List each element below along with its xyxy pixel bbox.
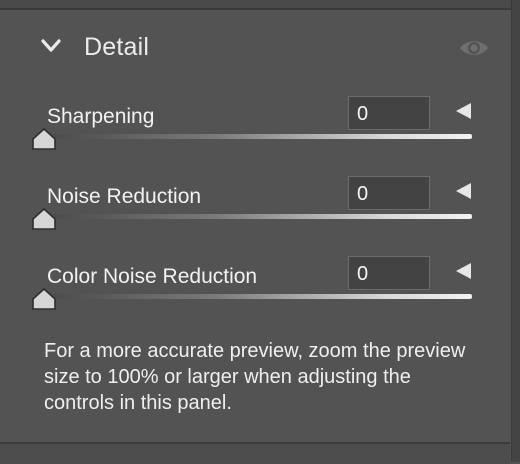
panel-header[interactable]: Detail bbox=[0, 10, 510, 84]
color-noise-reduction-value-field[interactable]: 0 bbox=[348, 256, 430, 290]
sharpening-row: Sharpening 0 bbox=[0, 96, 510, 184]
eye-icon[interactable] bbox=[458, 37, 490, 59]
noise-reduction-row: Noise Reduction 0 bbox=[0, 176, 510, 264]
top-divider bbox=[0, 0, 520, 10]
noise-reduction-label: Noise Reduction bbox=[47, 185, 202, 208]
detail-panel-window: { "panel": { "title": "Detail", "collaps… bbox=[0, 0, 520, 464]
noise-reduction-slider-track[interactable] bbox=[44, 214, 472, 219]
chevron-down-icon[interactable] bbox=[40, 38, 62, 54]
preview-info-text: For a more accurate preview, zoom the pr… bbox=[44, 340, 466, 414]
color-noise-reduction-label: Color Noise Reduction bbox=[47, 265, 258, 288]
panel-title: Detail bbox=[84, 33, 150, 61]
reset-triangle-icon[interactable] bbox=[456, 263, 471, 279]
noise-reduction-slider-thumb[interactable] bbox=[31, 207, 57, 231]
sharpening-slider-thumb[interactable] bbox=[31, 127, 57, 151]
sharpening-value-field[interactable]: 0 bbox=[348, 96, 430, 130]
reset-triangle-icon[interactable] bbox=[456, 103, 471, 119]
color-noise-reduction-row: Color Noise Reduction 0 bbox=[0, 256, 510, 344]
scrollbar[interactable] bbox=[511, 0, 520, 462]
sharpening-label: Sharpening bbox=[47, 105, 155, 128]
noise-reduction-value-field[interactable]: 0 bbox=[348, 176, 430, 210]
color-noise-reduction-slider-track[interactable] bbox=[44, 294, 472, 299]
sharpening-slider-track[interactable] bbox=[44, 134, 472, 139]
reset-triangle-icon[interactable] bbox=[456, 183, 471, 199]
bottom-divider bbox=[0, 442, 510, 464]
color-noise-reduction-slider-thumb[interactable] bbox=[31, 287, 57, 311]
